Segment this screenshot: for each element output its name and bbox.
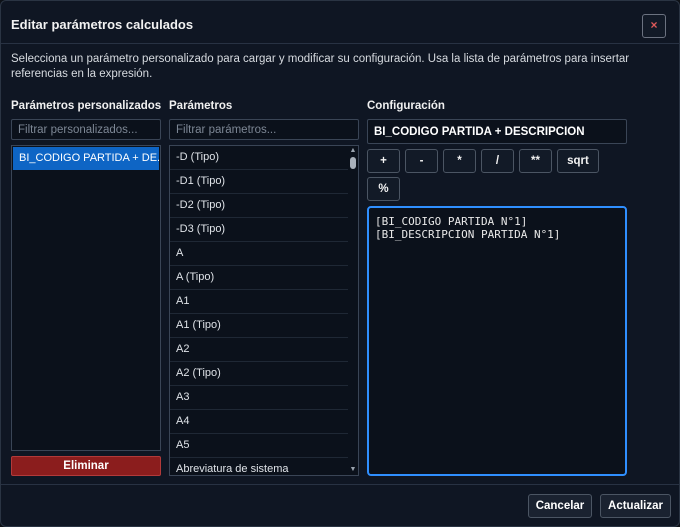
op-plus-button[interactable]: + — [367, 149, 400, 173]
scroll-up-arrow-icon[interactable]: ▲ — [348, 146, 358, 156]
op-power-button[interactable]: ** — [519, 149, 552, 173]
params-filter-input[interactable] — [169, 119, 359, 140]
param-item[interactable]: A — [170, 242, 348, 266]
params-title: Parámetros — [169, 100, 233, 112]
dialog-description: Selecciona un parámetro personalizado pa… — [11, 53, 630, 80]
param-item[interactable]: A2 (Tipo) — [170, 362, 348, 386]
config-title: Configuración — [367, 100, 445, 112]
dialog-header: Editar parámetros calculados × — [1, 1, 679, 44]
close-button[interactable]: × — [642, 14, 666, 38]
param-item[interactable]: A1 — [170, 290, 348, 314]
dialog-footer: Cancelar Actualizar — [1, 484, 679, 526]
close-icon: × — [650, 18, 658, 32]
custom-params-list: BI_CODIGO PARTIDA + DE... — [11, 145, 161, 451]
param-item[interactable]: A (Tipo) — [170, 266, 348, 290]
op-multiply-button[interactable]: * — [443, 149, 476, 173]
scroll-down-arrow-icon[interactable]: ▼ — [348, 465, 358, 475]
param-item[interactable]: A3 — [170, 386, 348, 410]
param-item[interactable]: -D3 (Tipo) — [170, 218, 348, 242]
dialog-title: Editar parámetros calculados — [11, 17, 194, 32]
op-percent-button[interactable]: % — [367, 177, 400, 201]
scroll-thumb[interactable] — [350, 157, 356, 169]
param-item[interactable]: A2 — [170, 338, 348, 362]
param-item[interactable]: A1 (Tipo) — [170, 314, 348, 338]
delete-button[interactable]: Eliminar — [11, 456, 161, 476]
update-button[interactable]: Actualizar — [600, 494, 671, 518]
params-scrollbar[interactable]: ▲ ▼ — [348, 146, 358, 475]
expression-line: [BI_DESCRIPCION PARTIDA N°1] — [375, 228, 561, 241]
op-divide-button[interactable]: / — [481, 149, 514, 173]
custom-params-filter-input[interactable] — [11, 119, 161, 140]
custom-params-title: Parámetros personalizados — [11, 100, 162, 112]
param-item[interactable]: Abreviatura de sistema — [170, 458, 348, 475]
edit-calculated-params-dialog: Editar parámetros calculados × Seleccion… — [0, 0, 680, 527]
expression-line: [BI_CODIGO PARTIDA N°1] — [375, 215, 528, 228]
expression-editor[interactable]: [BI_CODIGO PARTIDA N°1] [BI_DESCRIPCION … — [367, 206, 627, 476]
param-item[interactable]: -D (Tipo) — [170, 146, 348, 170]
params-list: -D (Tipo) -D1 (Tipo) -D2 (Tipo) -D3 (Tip… — [169, 145, 359, 476]
params-list-items: -D (Tipo) -D1 (Tipo) -D2 (Tipo) -D3 (Tip… — [170, 146, 348, 475]
param-item[interactable]: A4 — [170, 410, 348, 434]
param-item[interactable]: A5 — [170, 434, 348, 458]
cancel-button[interactable]: Cancelar — [528, 494, 592, 518]
param-name-input[interactable] — [367, 119, 627, 144]
op-sqrt-button[interactable]: sqrt — [557, 149, 599, 173]
param-item[interactable]: -D1 (Tipo) — [170, 170, 348, 194]
custom-param-item[interactable]: BI_CODIGO PARTIDA + DE... — [13, 147, 159, 170]
param-item[interactable]: -D2 (Tipo) — [170, 194, 348, 218]
op-minus-button[interactable]: - — [405, 149, 438, 173]
